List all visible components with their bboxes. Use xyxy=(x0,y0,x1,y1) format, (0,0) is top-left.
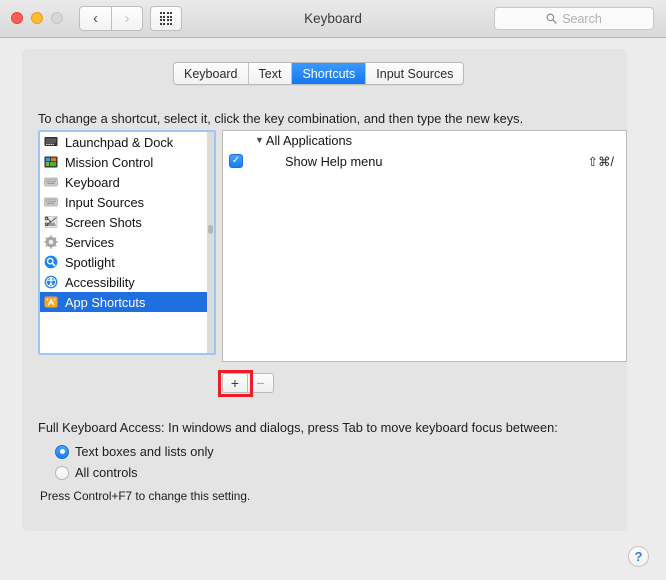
tab-shortcuts[interactable]: Shortcuts xyxy=(292,63,366,84)
tab-bar: Keyboard Text Shortcuts Input Sources xyxy=(173,62,464,85)
sidebar-item-label: Launchpad & Dock xyxy=(65,135,173,150)
sidebar-item-screen-shots[interactable]: Screen Shots xyxy=(40,212,214,232)
sidebar-item-spotlight[interactable]: Spotlight xyxy=(40,252,214,272)
sidebar-item-accessibility[interactable]: Accessibility xyxy=(40,272,214,292)
shortcut-list[interactable]: ▼ All Applications ✓ Show Help menu ⇧⌘/ xyxy=(222,130,627,362)
help-button[interactable]: ? xyxy=(628,546,649,567)
sidebar-item-launchpad-dock[interactable]: Launchpad & Dock xyxy=(40,132,214,152)
search-placeholder: Search xyxy=(562,12,602,26)
tab-keyboard[interactable]: Keyboard xyxy=(174,63,249,84)
disclosure-triangle-icon[interactable]: ▼ xyxy=(255,136,264,145)
radio-button[interactable] xyxy=(55,466,69,480)
radio-button[interactable] xyxy=(55,445,69,459)
shortcut-enabled-checkbox[interactable]: ✓ xyxy=(229,154,243,168)
shortcut-menu-title[interactable]: Show Help menu xyxy=(285,154,382,169)
mission-control-icon xyxy=(44,155,58,169)
sidebar-item-app-shortcuts[interactable]: App Shortcuts xyxy=(40,292,214,312)
screen-shots-icon xyxy=(44,215,58,229)
launchpad-dock-icon xyxy=(44,135,58,149)
radio-text-boxes-and-lists-only[interactable]: Text boxes and lists only xyxy=(55,444,214,459)
shortcut-group-label: All Applications xyxy=(266,133,352,148)
shortcut-category-list[interactable]: Launchpad & Dock Mission Control xyxy=(38,130,216,355)
instructions-text: To change a shortcut, select it, click t… xyxy=(38,111,523,126)
full-keyboard-access-hint: Press Control+F7 to change this setting. xyxy=(40,489,250,503)
sidebar-scrollbar-thumb[interactable] xyxy=(208,225,213,234)
add-shortcut-button[interactable]: + xyxy=(222,373,248,393)
sidebar-item-label: App Shortcuts xyxy=(65,295,145,310)
title-bar: ‹ › Keyboard Search xyxy=(0,0,666,38)
full-keyboard-access-label: Full Keyboard Access: In windows and dia… xyxy=(38,420,558,435)
sidebar-item-services[interactable]: Services xyxy=(40,232,214,252)
input-sources-icon xyxy=(44,195,58,209)
search-icon xyxy=(546,13,557,24)
app-shortcuts-icon xyxy=(44,295,58,309)
sidebar-item-label: Accessibility xyxy=(65,275,135,290)
keyboard-preferences-window: ‹ › Keyboard Search Keyboard xyxy=(0,0,666,580)
table-row[interactable]: ✓ Show Help menu ⇧⌘/ xyxy=(223,150,626,172)
sidebar-item-label: Input Sources xyxy=(65,195,144,210)
shortcut-key-combination[interactable]: ⇧⌘/ xyxy=(588,154,614,169)
tab-input-sources[interactable]: Input Sources xyxy=(366,63,463,84)
tab-text[interactable]: Text xyxy=(249,63,293,84)
sidebar-item-input-sources[interactable]: Input Sources xyxy=(40,192,214,212)
radio-label: All controls xyxy=(75,465,138,480)
sidebar-scrollbar[interactable] xyxy=(207,132,214,353)
sidebar-item-label: Spotlight xyxy=(65,255,115,270)
spotlight-icon xyxy=(44,255,58,269)
radio-label: Text boxes and lists only xyxy=(75,444,214,459)
search-field[interactable]: Search xyxy=(494,7,654,30)
shortcut-group-all-applications[interactable]: ▼ All Applications xyxy=(223,131,626,150)
sidebar-item-mission-control[interactable]: Mission Control xyxy=(40,152,214,172)
sidebar-item-label: Screen Shots xyxy=(65,215,142,230)
sidebar-item-label: Services xyxy=(65,235,114,250)
services-gear-icon xyxy=(44,235,58,249)
remove-shortcut-button[interactable]: − xyxy=(248,373,274,393)
keyboard-icon xyxy=(44,175,58,189)
radio-all-controls[interactable]: All controls xyxy=(55,465,138,480)
list-add-remove-controls: + − xyxy=(222,373,274,393)
sidebar-item-label: Keyboard xyxy=(65,175,120,190)
sidebar-item-label: Mission Control xyxy=(65,155,153,170)
accessibility-icon xyxy=(44,275,58,289)
sidebar-item-keyboard[interactable]: Keyboard xyxy=(40,172,214,192)
